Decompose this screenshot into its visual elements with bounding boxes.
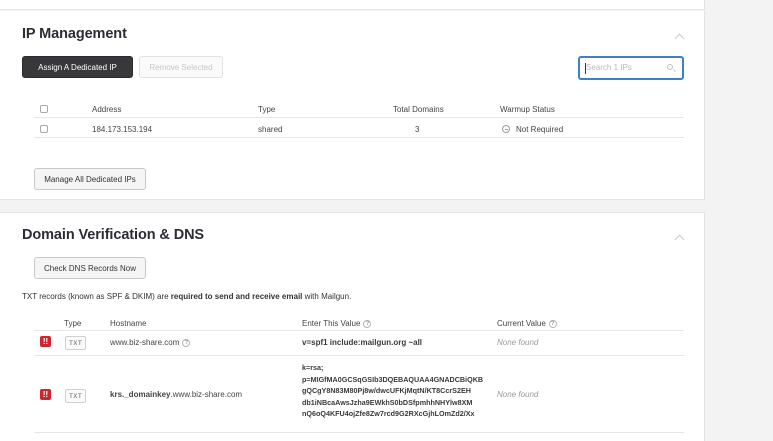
column-header-address: Address (92, 105, 122, 114)
search-icon (667, 64, 673, 70)
right-background (706, 0, 773, 441)
record-value-block: k=rsa; p=MIGfMA0GCSqGSIb3DQEBAQUAA4GNADCB… (302, 362, 483, 420)
ip-total-domains: 3 (415, 125, 420, 134)
record-current-value: None found (497, 338, 539, 347)
hostname-bold: krs._domainkey (110, 390, 171, 399)
search-placeholder: Search 1 IPs (586, 63, 632, 72)
dns-title: Domain Verification & DNS (22, 227, 205, 243)
record-current-value: None found (497, 390, 539, 399)
warning-icon: !! (40, 336, 51, 347)
record-type-badge: TXT (65, 389, 87, 403)
remove-selected-button[interactable]: Remove Selected (139, 56, 223, 78)
table-divider (34, 117, 684, 118)
dns-note-suffix: with Mailgun. (302, 292, 352, 301)
ip-management-panel: IP Management Assign A Dedicated IP Remo… (0, 11, 705, 200)
help-icon[interactable]: ? (182, 338, 191, 347)
manage-dedicated-ips-button[interactable]: Manage All Dedicated IPs (34, 168, 146, 190)
row-checkbox[interactable] (40, 125, 48, 133)
column-header-current-label: Current Value (497, 319, 546, 328)
record-type-badge: TXT (65, 336, 87, 350)
dns-panel: Domain Verification & DNS Check DNS Reco… (0, 212, 705, 441)
assign-dedicated-ip-button[interactable]: Assign A Dedicated IP (22, 56, 133, 78)
value-line: p=MIGfMA0GCSqGSIb3DQEBAQUAA4GNADCBiQKB (302, 374, 484, 384)
collapse-chevron-icon[interactable] (674, 33, 685, 44)
hostname-rest: .www.biz-share.com (170, 390, 243, 399)
hostname-text: www.biz-share.com (110, 338, 180, 347)
table-divider (34, 432, 684, 433)
help-icon[interactable]: ? (548, 319, 557, 328)
select-all-checkbox[interactable] (40, 105, 48, 113)
help-icon[interactable]: ? (363, 319, 372, 328)
table-divider (34, 330, 684, 331)
previous-panel-bottom (0, 0, 705, 10)
collapse-chevron-icon[interactable] (674, 234, 685, 245)
column-header-hostname: Hostname (110, 319, 147, 328)
record-hostname: www.biz-share.com? (110, 338, 191, 347)
ip-address: 184.173.153.194 (92, 125, 153, 134)
value-line: db1iNBcaAwsJzha9EWkhS0bDSfpmhhNHYlw8XM (302, 397, 473, 407)
column-header-value-label: Enter This Value (302, 319, 361, 328)
warning-icon: !! (40, 389, 51, 400)
dns-note-prefix: TXT records (known as SPF & DKIM) are (22, 292, 171, 301)
ip-search-input[interactable]: Search 1 IPs (578, 56, 684, 80)
record-hostname: krs._domainkey.www.biz-share.com (110, 390, 242, 399)
dns-note: TXT records (known as SPF & DKIM) are re… (22, 292, 351, 301)
warmup-status: Not Required (516, 125, 564, 134)
not-required-icon (502, 125, 510, 133)
value-line: k=rsa; (302, 363, 324, 372)
column-header-total-domains: Total Domains (393, 105, 444, 114)
check-dns-button[interactable]: Check DNS Records Now (34, 257, 146, 279)
column-header-type: Type (64, 319, 82, 328)
record-value: v=spf1 include:mailgun.org ~all (302, 338, 423, 347)
column-header-value: Enter This Value? (302, 319, 372, 328)
table-divider (34, 137, 684, 138)
column-header-type: Type (258, 105, 276, 114)
value-line: nQ6oQ4KFU4ojZfe8Zw7rcd9G2RXcGjhLOmZd2/Xx (302, 409, 475, 418)
table-divider (34, 355, 684, 356)
dns-note-bold: required to send and receive email (170, 292, 303, 301)
value-line: gQCgY8N83M80Pj8w/dwcUFKjMqtN/KT8CcrS2EH (302, 386, 471, 395)
ip-type: shared (258, 125, 283, 134)
column-header-current: Current Value? (497, 319, 557, 328)
ip-management-title: IP Management (22, 26, 127, 42)
column-header-warmup-status: Warmup Status (500, 105, 555, 114)
